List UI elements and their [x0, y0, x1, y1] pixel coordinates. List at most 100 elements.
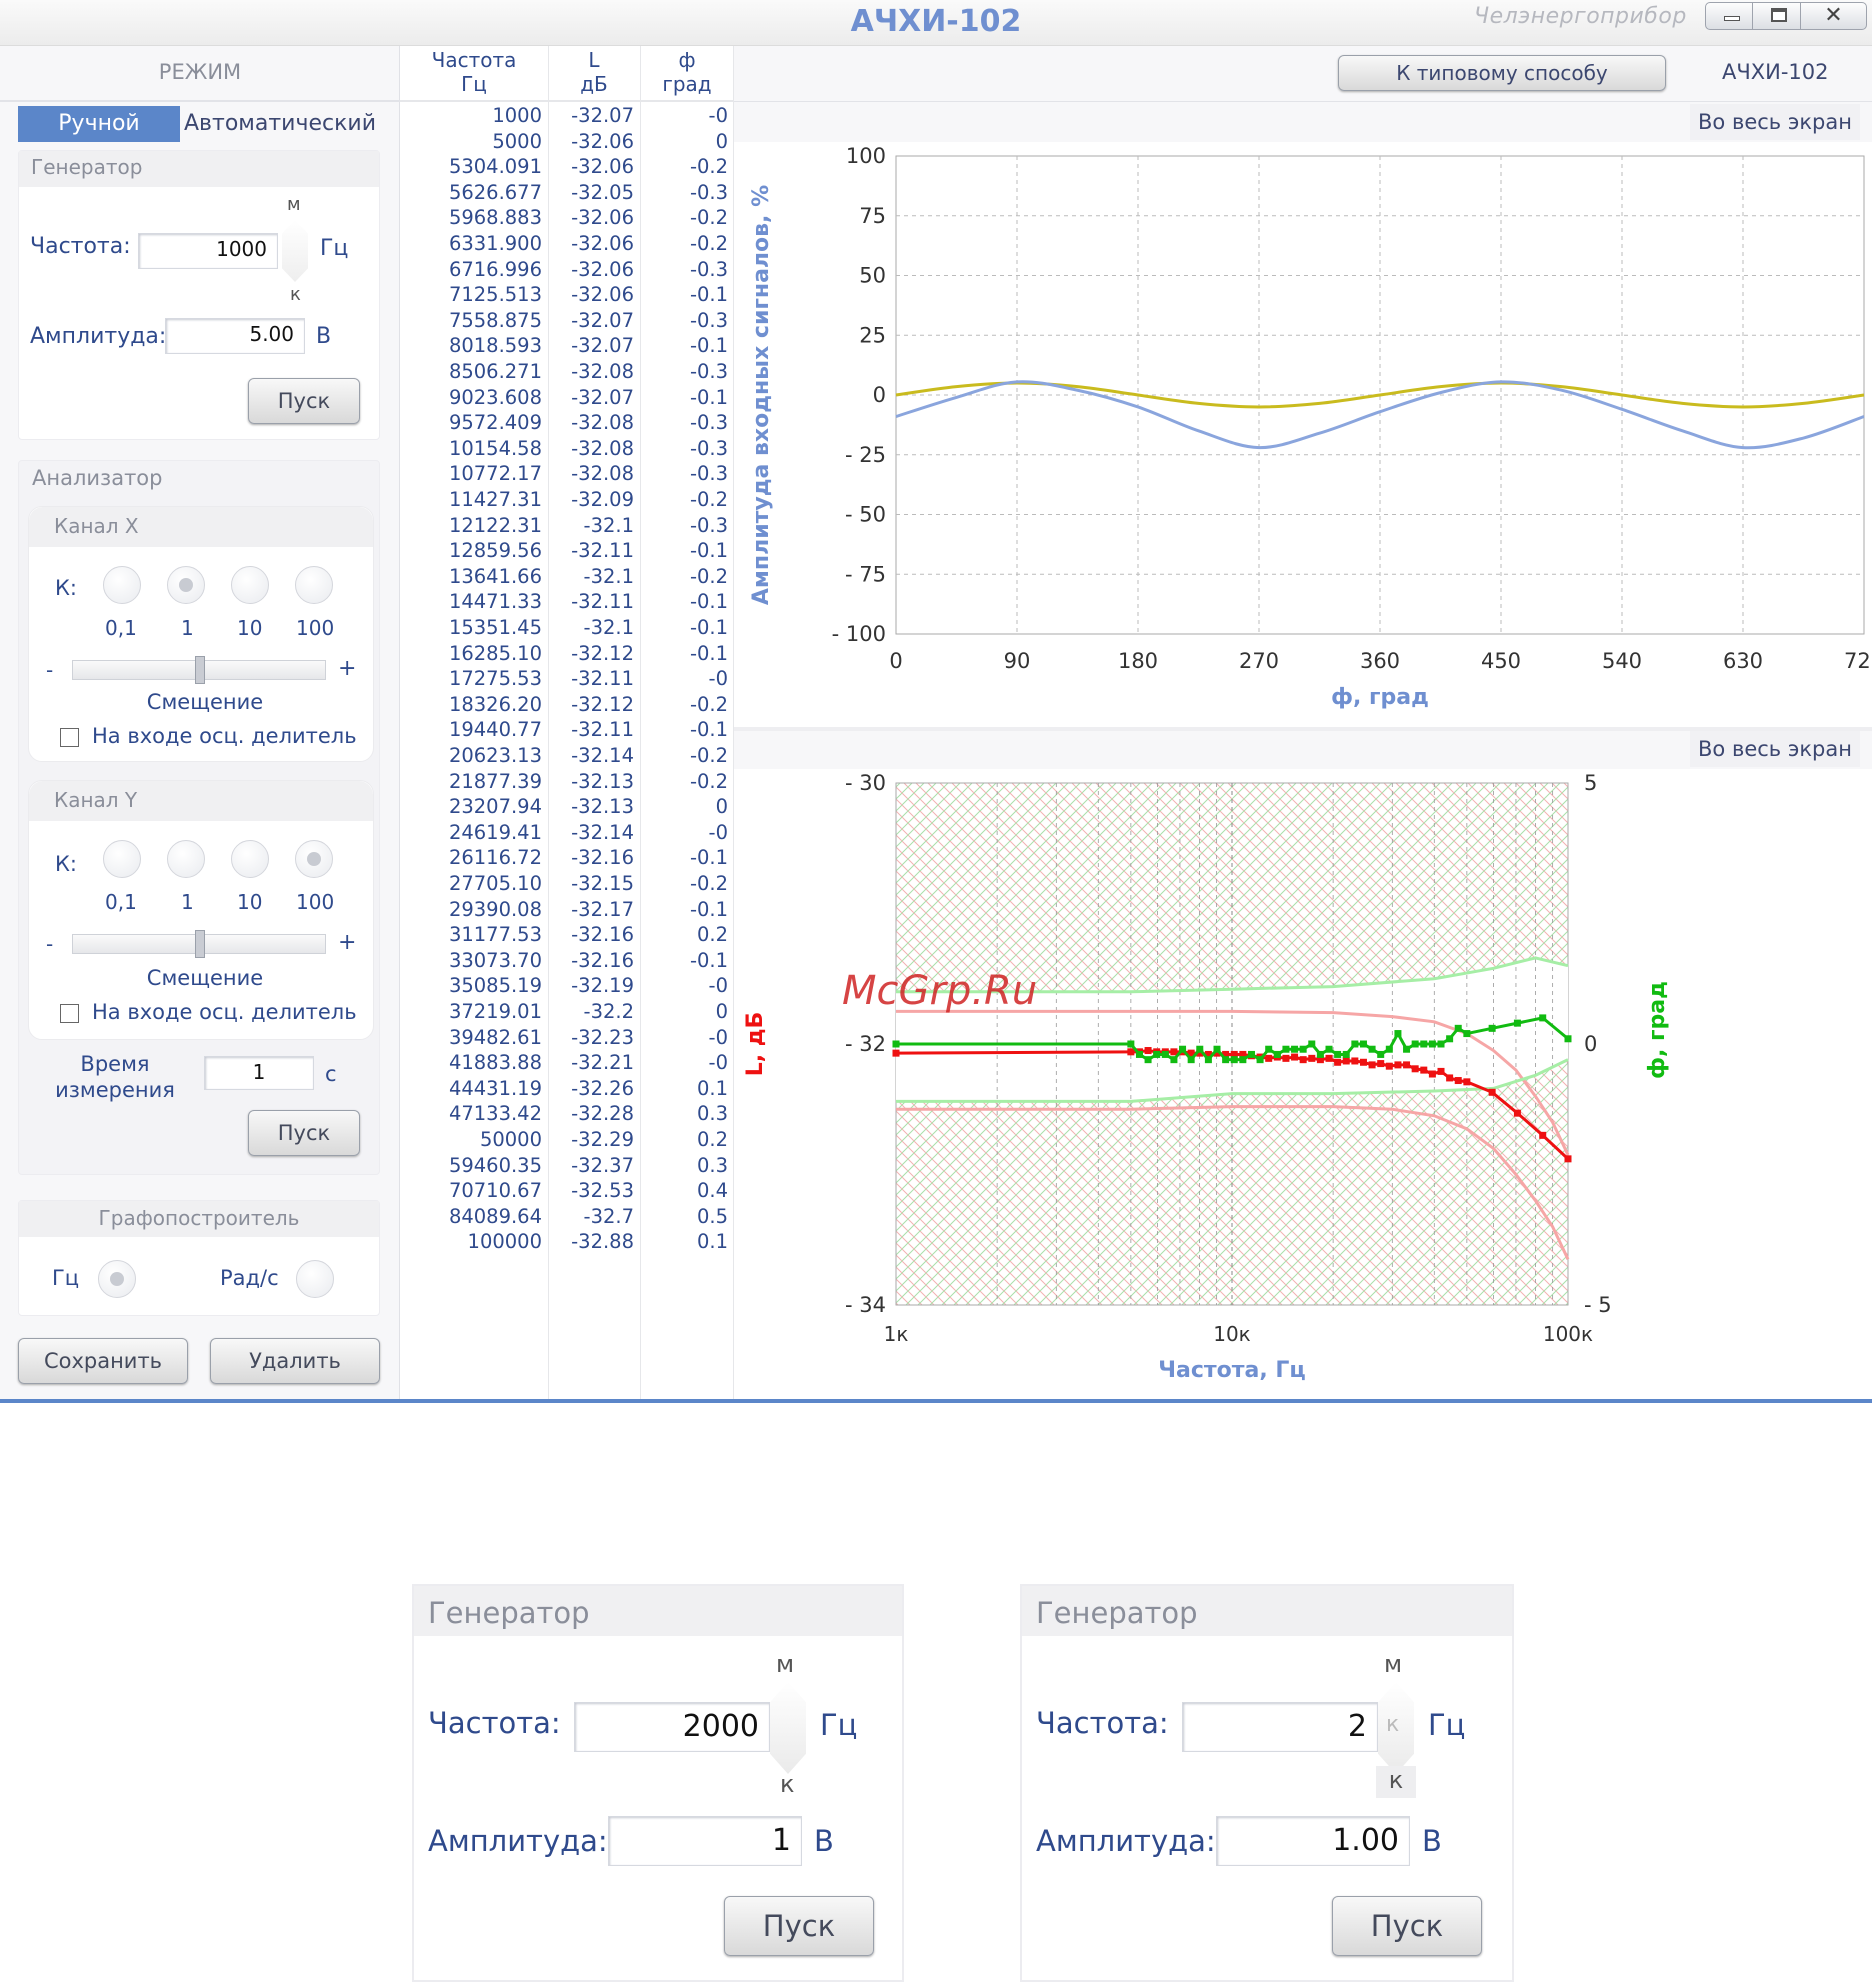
zoom1-freq-input[interactable]: 2000: [574, 1702, 770, 1752]
freq-unit: Гц: [320, 236, 349, 261]
table-row[interactable]: 14471.33 -32.11 -0.1: [400, 590, 734, 615]
plotter-rad-radio[interactable]: [296, 1260, 334, 1298]
tab-manual[interactable]: Ручной: [18, 106, 180, 142]
table-row[interactable]: 1000 -32.07 -0: [400, 104, 734, 129]
table-row[interactable]: 41883.88 -32.21 -0: [400, 1051, 734, 1076]
table-row[interactable]: 59460.35 -32.37 0.3: [400, 1154, 734, 1179]
channel-y-k-100-radio[interactable]: [295, 840, 333, 878]
table-row[interactable]: 15351.45 -32.1 -0.1: [400, 616, 734, 641]
channel-y-divider-checkbox[interactable]: [60, 1004, 79, 1023]
table-row[interactable]: 9572.409 -32.08 -0.3: [400, 411, 734, 436]
phi-cell: -0: [708, 104, 728, 127]
zoom2-spin-down[interactable]: к: [1376, 1766, 1416, 1798]
table-row[interactable]: 7558.875 -32.07 -0.3: [400, 309, 734, 334]
table-row[interactable]: 6331.900 -32.06 -0.2: [400, 232, 734, 257]
zoom2-amp-input[interactable]: 1.00: [1216, 1816, 1410, 1866]
analyzer-start-button[interactable]: Пуск: [248, 1110, 360, 1156]
channel-x-slider-handle[interactable]: [195, 656, 205, 684]
table-row[interactable]: 5626.677 -32.05 -0.3: [400, 181, 734, 206]
table-row[interactable]: 23207.94 -32.13 0: [400, 795, 734, 820]
x-tick-label: 360: [1360, 649, 1400, 673]
channel-y-offset-label: Смещение: [146, 966, 264, 990]
phi-data-point: [1463, 1030, 1471, 1038]
freq-cell: 8018.593: [448, 334, 542, 358]
table-row[interactable]: 29390.08 -32.17 -0.1: [400, 898, 734, 923]
save-button[interactable]: Сохранить: [18, 1338, 188, 1384]
freq-input[interactable]: 1000: [138, 233, 278, 269]
l-cell: -32.17: [571, 897, 634, 921]
zoom1-spin-down: к: [780, 1770, 795, 1798]
table-row[interactable]: 27705.10 -32.15 -0.2: [400, 872, 734, 897]
amplitude-input[interactable]: 5.00: [165, 318, 305, 354]
delete-button[interactable]: Удалить: [210, 1338, 380, 1384]
phi-cell: -0.3: [689, 513, 728, 537]
table-row[interactable]: 84089.64 -32.7 0.5: [400, 1205, 734, 1230]
table-row[interactable]: 9023.608 -32.07 -0.1: [400, 386, 734, 411]
table-row[interactable]: 100000 -32.88 0.1: [400, 1230, 734, 1255]
channel-y-k-10-radio[interactable]: [231, 840, 269, 878]
phi-data-point: [1256, 1056, 1264, 1064]
table-row[interactable]: 47133.42 -32.28 0.3: [400, 1102, 734, 1127]
top-bar: [734, 46, 1872, 102]
zoom2-freq-input[interactable]: 2: [1182, 1702, 1378, 1752]
time-input[interactable]: 1: [204, 1056, 314, 1090]
table-row[interactable]: 37219.01 -32.2 0: [400, 1000, 734, 1025]
tab-automatic[interactable]: Автоматический: [180, 106, 380, 142]
table-row[interactable]: 50000 -32.29 0.2: [400, 1128, 734, 1153]
channel-y-k-1-radio[interactable]: [167, 840, 205, 878]
table-row[interactable]: 26116.72 -32.16 -0.1: [400, 846, 734, 871]
channel-y-slider-handle[interactable]: [195, 930, 205, 958]
table-row[interactable]: 12122.31 -32.1 -0.3: [400, 514, 734, 539]
phi-data-point: [1454, 1024, 1462, 1032]
zoom1-freq-spinner[interactable]: [770, 1682, 806, 1774]
table-row[interactable]: 10154.58 -32.08 -0.3: [400, 437, 734, 462]
table-row[interactable]: 6716.996 -32.06 -0.3: [400, 258, 734, 283]
channel-x-k-100-radio[interactable]: [295, 566, 333, 604]
fullscreen-button-1[interactable]: Во весь экран: [1690, 104, 1860, 140]
phi-cell: 0: [715, 129, 728, 153]
table-row[interactable]: 44431.19 -32.26 0.1: [400, 1077, 734, 1102]
phi-data-point: [1222, 1056, 1230, 1064]
typical-method-button[interactable]: К типовому способу: [1338, 55, 1666, 91]
table-row[interactable]: 12859.56 -32.11 -0.1: [400, 539, 734, 564]
spin-up-label: м: [287, 194, 301, 215]
table-row[interactable]: 20623.13 -32.14 -0.2: [400, 744, 734, 769]
zoom2-start-button[interactable]: Пуск: [1332, 1896, 1482, 1956]
table-row[interactable]: 17275.53 -32.11 -0: [400, 667, 734, 692]
table-row[interactable]: 5304.091 -32.06 -0.2: [400, 155, 734, 180]
table-row[interactable]: 5968.883 -32.06 -0.2: [400, 206, 734, 231]
close-icon[interactable]: ✕: [1801, 3, 1866, 29]
channel-x-k-0-1-radio[interactable]: [103, 566, 141, 604]
zoom1-start-button[interactable]: Пуск: [724, 1896, 874, 1956]
table-row[interactable]: 8018.593 -32.07 -0.1: [400, 334, 734, 359]
fullscreen-button-2[interactable]: Во весь экран: [1690, 731, 1860, 767]
zoom1-amp-input[interactable]: 1: [608, 1816, 802, 1866]
l-data-point: [1351, 1057, 1359, 1065]
maximize-icon[interactable]: [1753, 3, 1801, 29]
generator-start-button[interactable]: Пуск: [248, 378, 360, 424]
table-row[interactable]: 8506.271 -32.08 -0.3: [400, 360, 734, 385]
table-row[interactable]: 21877.39 -32.13 -0.2: [400, 770, 734, 795]
plotter-hz-radio[interactable]: [98, 1260, 136, 1298]
table-row[interactable]: 7125.513 -32.06 -0.1: [400, 283, 734, 308]
table-row[interactable]: 33073.70 -32.16 -0.1: [400, 949, 734, 974]
channel-x-k-10-radio[interactable]: [231, 566, 269, 604]
table-row[interactable]: 24619.41 -32.14 -0: [400, 821, 734, 846]
l-cell: -32.11: [571, 590, 634, 614]
channel-x-k-1-radio[interactable]: [167, 566, 205, 604]
table-row[interactable]: 16285.10 -32.12 -0.1: [400, 642, 734, 667]
table-row[interactable]: 18326.20 -32.12 -0.2: [400, 693, 734, 718]
table-row[interactable]: 31177.53 -32.16 0.2: [400, 923, 734, 948]
table-row[interactable]: 10772.17 -32.08 -0.3: [400, 462, 734, 487]
minimize-icon[interactable]: [1706, 3, 1754, 29]
table-row[interactable]: 13641.66 -32.1 -0.2: [400, 565, 734, 590]
table-row[interactable]: 70710.67 -32.53 0.4: [400, 1179, 734, 1204]
channel-y-k-0-1-radio[interactable]: [103, 840, 141, 878]
table-row[interactable]: 11427.31 -32.09 -0.2: [400, 488, 734, 513]
freq-cell: 11427.31: [448, 488, 542, 511]
channel-x-divider-checkbox[interactable]: [60, 728, 79, 747]
table-row[interactable]: 19440.77 -32.11 -0.1: [400, 718, 734, 743]
table-row[interactable]: 5000 -32.06 0: [400, 130, 734, 155]
table-row[interactable]: 39482.61 -32.23 -0: [400, 1026, 734, 1051]
table-row[interactable]: 35085.19 -32.19 -0: [400, 974, 734, 999]
